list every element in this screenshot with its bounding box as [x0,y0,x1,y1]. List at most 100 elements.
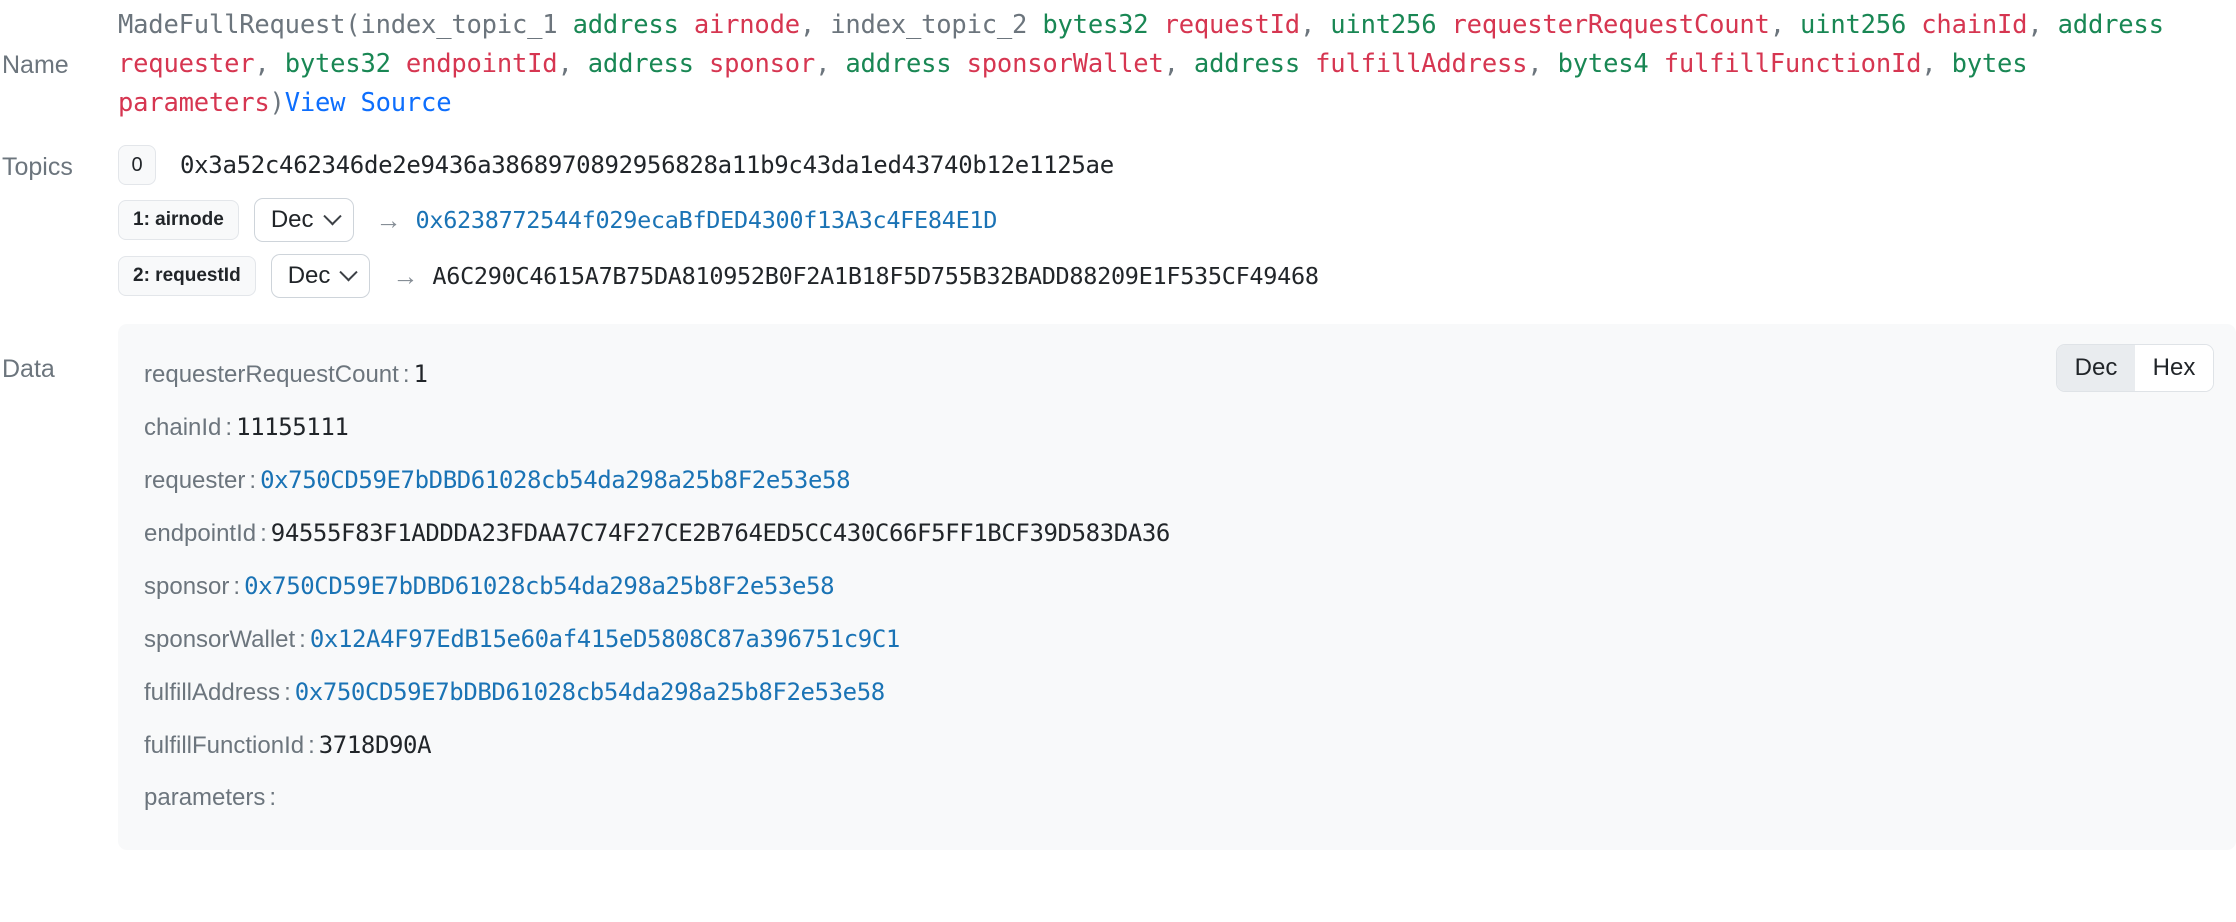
data-item-value-link[interactable]: 0x750CD59E7bDBD61028cb54da298a25b8F2e53e… [244,560,834,612]
data-item-separator: : [249,467,257,494]
signature-token-type: bytes4 [1557,49,1649,79]
data-item-key: sponsor [144,573,230,600]
data-item-key: sponsorWallet [144,626,296,653]
topic-value: 0x3a52c462346de2e9436a3868970892956828a1… [180,151,1114,179]
signature-token-punct: , [1769,10,1785,40]
topic-format-value: Dec [270,206,314,233]
topic-index-badge[interactable]: 0 [118,145,156,185]
signature-token-param: requesterRequestCount [1451,10,1770,40]
close-paren: ) [269,88,285,118]
data-item-separator: : [308,732,315,759]
open-paren: ( [345,10,361,40]
data-item-value-link[interactable]: 0x12A4F97EdB15e60af415eD5808C87a396751c9… [310,613,900,665]
signature-token-type: uint256 [1800,10,1907,40]
signature-token-punct: , [1163,49,1179,79]
data-item-key: chainId [144,414,222,441]
topics-label: Topics [2,153,73,181]
data-item-value-link[interactable]: 0x750CD59E7bDBD61028cb54da298a25b8F2e53e… [295,666,885,718]
signature-token-type: bytes32 [284,49,391,79]
data-item-value: 3718D90A [318,731,432,759]
data-item: fulfillFunctionId:3718D90A [144,719,2210,772]
data-item-key: endpointId [144,520,257,547]
data-row: Data Dec Hex requesterRequestCount:1 chai… [0,324,2236,850]
data-item-value-link[interactable]: 0x750CD59E7bDBD61028cb54da298a25b8F2e53e… [260,454,850,506]
signature-token-punct: , [2027,10,2043,40]
data-item-separator: : [233,573,241,600]
signature-token-plain: index_topic_2 [830,10,1028,40]
data-format-toggle[interactable]: Dec Hex [2056,344,2214,392]
data-item-key: fulfillAddress [144,679,281,706]
data-item-separator: : [299,626,306,653]
signature-token-param: requester [118,49,255,79]
data-item: endpointId:94555F83F1ADDDA23FDAA7C74F27C… [144,507,2210,560]
signature-token-type: address [587,49,694,79]
toggle-option-hex[interactable]: Hex [2135,345,2213,391]
topic-value-link[interactable]: 0x6238772544f029ecaBfDED4300f13A3c4FE84E… [416,206,998,234]
signature-token-punct: , [1921,49,1937,79]
signature-token-type: bytes32 [1042,10,1149,40]
signature-token-type: bytes [1951,49,2028,79]
signature-token-param: chainId [1921,10,2028,40]
data-item-value: 11155111 [236,413,349,441]
view-source-link[interactable]: View Source [285,88,452,118]
topic-value: A6C290C4615A7B75DA810952B0F2A1B18F5D755B… [432,262,1319,290]
toggle-option-dec[interactable]: Dec [2057,345,2135,391]
data-item-key: requester [144,467,246,494]
signature-token-type: address [1193,49,1300,79]
data-item-separator: : [260,520,267,547]
data-item-list: requesterRequestCount:1 chainId:11155111 r… [144,348,2210,824]
signature-token-type: address [845,49,952,79]
data-item: requesterRequestCount:1 [144,348,2210,401]
chevron-down-icon [339,262,359,281]
signature-token-punct: , [1299,10,1316,40]
data-item: sponsor:0x750CD59E7bDBD61028cb54da298a25… [144,560,2210,613]
event-name: MadeFullRequest [118,10,346,40]
signature-token-param: airnode [693,10,800,40]
topic-index-badge[interactable]: 2: requestId [118,256,256,296]
topic-line: 0 0x3a52c462346de2e9436a3868970892956828a… [118,144,2236,186]
signature-token-punct: , [557,49,573,79]
data-item-value: 1 [413,360,428,388]
signature-token-punct: , [799,10,816,40]
topics-row: Topics 0 0x3a52c462346de2e9436a3868970892… [0,144,2236,298]
name-row: Name MadeFullRequest(index_topic_1 addre… [0,0,2236,123]
data-item: requester:0x750CD59E7bDBD61028cb54da298a… [144,454,2210,507]
signature-token-type: address [2057,10,2164,40]
signature-token-param: requestId [1163,10,1301,40]
data-item-separator: : [402,361,410,388]
data-item-separator: : [284,679,291,706]
topic-format-value: Dec [287,262,331,289]
data-item-value: 94555F83F1ADDDA23FDAA7C74F27CE2B764ED5CC… [270,519,1171,547]
event-signature: MadeFullRequest(index_topic_1 address ai… [118,6,2236,123]
data-item: chainId:11155111 [144,401,2210,454]
event-log-detail: Name MadeFullRequest(index_topic_1 addre… [0,0,2236,922]
signature-token-param: sponsor [709,49,816,79]
topic-format-select[interactable]: Dec [253,198,354,242]
data-item-separator: : [225,414,233,441]
data-item-key: requesterRequestCount [144,361,399,388]
signature-token-param: endpointId [405,49,558,79]
data-item: fulfillAddress:0x750CD59E7bDBD61028cb54d… [144,666,2210,719]
data-item-key: fulfillFunctionId [144,732,305,759]
arrow-right-icon: → [375,205,402,235]
name-label: Name [2,50,69,79]
topics-list: 0 0x3a52c462346de2e9436a3868970892956828a… [118,144,2236,298]
data-item-key: parameters [144,784,266,811]
topic-format-select[interactable]: Dec [270,254,371,298]
arrow-right-icon: → [392,261,419,291]
signature-token-param: sponsorWallet [966,49,1164,79]
signature-token-type: address [572,10,679,40]
signature-token-punct: , [815,49,831,79]
signature-token-param: fulfillFunctionId [1663,49,1922,79]
topic-line: 1: airnode Dec → 0x6238772544f029ecaBfDED43… [118,198,2236,242]
data-item: parameters: [144,772,2210,824]
signature-token-param: fulfillAddress [1315,49,1528,79]
data-panel: Dec Hex requesterRequestCount:1 chainId:1… [118,324,2236,850]
data-item-separator: : [269,784,277,811]
chevron-down-icon [322,206,342,225]
signature-token-type: uint256 [1330,10,1437,40]
topic-line: 2: requestId Dec → A6C290C4615A7B75DA810952… [118,254,2236,298]
data-label: Data [2,355,55,383]
topic-index-badge[interactable]: 1: airnode [118,200,239,240]
data-item: sponsorWallet:0x12A4F97EdB15e60af415eD58… [144,613,2210,666]
